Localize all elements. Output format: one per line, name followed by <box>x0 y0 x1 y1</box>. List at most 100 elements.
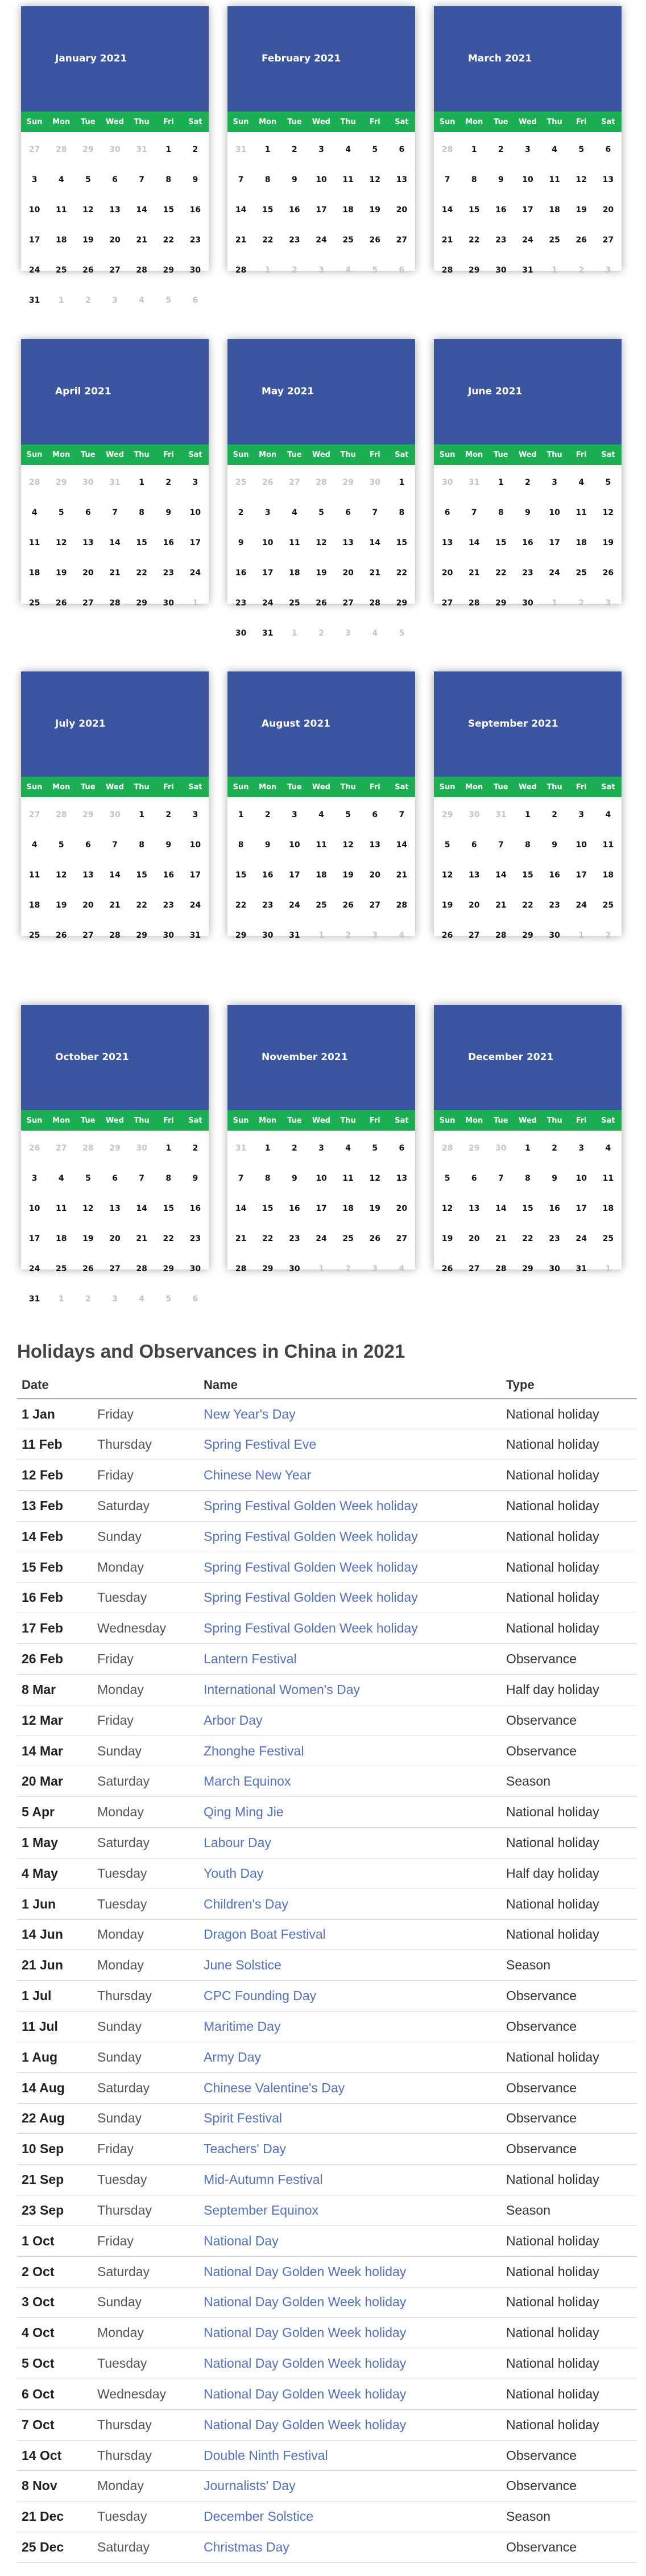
day-cell: 4 <box>31 840 38 850</box>
day-cell: 12 <box>82 205 94 215</box>
day-grid: 28 1 2 3 4 5 6 7 8 9 10 11 12 13 14 15 16 17 18 19 20 21 22 23 2… <box>434 132 622 285</box>
weekday-label: Sat <box>601 117 615 126</box>
holiday-name-link[interactable]: Spring Festival Golden Week holiday <box>199 1582 502 1614</box>
table-row: 6 Oct Wednesday National Day Golden Week h… <box>17 2379 637 2410</box>
day-cell-outside-month: 2 <box>85 1294 91 1304</box>
holiday-name-link[interactable]: National Day Golden Week holiday <box>199 2317 502 2349</box>
table-row: 15 Feb Monday Spring Festival Golden Week … <box>17 1552 637 1583</box>
holiday-name-link[interactable]: Children's Day <box>199 1889 502 1920</box>
holiday-name-link[interactable]: CPC Founding Day <box>199 1980 502 2012</box>
weekday-label: Sat <box>395 117 409 126</box>
weekday-label: Sat <box>395 782 409 792</box>
table-row: 10 Sep Friday Teachers' Day Observance <box>17 2133 637 2165</box>
day-cell: 11 <box>28 538 40 547</box>
holiday-name-link[interactable]: Spring Festival Golden Week holiday <box>199 1613 502 1644</box>
day-cell: 26 <box>441 930 453 940</box>
day-cell: 18 <box>549 205 560 215</box>
holiday-name-link[interactable]: National Day Golden Week holiday <box>199 2379 502 2410</box>
day-cell-outside-month: 2 <box>85 295 91 305</box>
day-cell: 4 <box>345 1143 351 1153</box>
day-cell: 22 <box>163 1234 175 1243</box>
holiday-name-link[interactable]: Spring Festival Golden Week holiday <box>199 1490 502 1522</box>
day-cell: 24 <box>262 598 274 608</box>
holiday-name-link[interactable]: Spring Festival Golden Week holiday <box>199 1521 502 1552</box>
holiday-name-link[interactable]: Spring Festival Eve <box>199 1429 502 1461</box>
day-cell-outside-month: 29 <box>82 810 94 819</box>
holiday-weekday: Thursday <box>93 1429 199 1461</box>
holiday-name-link[interactable]: Youth Day <box>199 1858 502 1889</box>
holiday-weekday: Wednesday <box>93 1613 199 1644</box>
holiday-name-link[interactable]: Teachers' Day <box>199 2133 502 2165</box>
holiday-name-link[interactable]: Dragon Boat Festival <box>199 1919 502 1951</box>
holiday-name-link[interactable]: National Day <box>199 2225 502 2257</box>
holiday-name-link[interactable]: June Solstice <box>199 1949 502 1981</box>
day-cell: 25 <box>342 235 354 245</box>
holiday-type: National holiday <box>502 2042 637 2073</box>
day-cell: 25 <box>28 598 40 608</box>
holiday-name-link[interactable]: Journalists' Day <box>199 2470 502 2502</box>
weekday-label: Fri <box>163 450 174 459</box>
holiday-weekday: Saturday <box>93 1490 199 1522</box>
day-cell: 30 <box>235 628 247 638</box>
holiday-name-link[interactable]: New Year's Day <box>199 1399 502 1430</box>
day-cell: 23 <box>235 598 247 608</box>
holiday-name-link[interactable]: Christmas Day <box>199 2532 502 2563</box>
day-cell: 30 <box>549 930 560 940</box>
day-cell: 9 <box>165 508 172 517</box>
weekday-label: Fri <box>575 1116 587 1125</box>
holiday-name-link[interactable]: September Equinox <box>199 2195 502 2226</box>
day-cell: 2 <box>291 145 297 154</box>
day-cell: 19 <box>342 870 354 880</box>
day-grid: 28 29 30 31 1 2 3 4 5 6 7 8 9 10 11 12 13 14 15 16 17 18 19 20 2… <box>21 465 209 618</box>
holiday-name-link[interactable]: National Day Golden Week holiday <box>199 2348 502 2379</box>
holiday-weekday: Friday <box>93 1460 199 1491</box>
day-cell: 23 <box>289 1234 300 1243</box>
holiday-date: 4 May <box>17 1858 93 1889</box>
day-cell: 23 <box>549 900 560 910</box>
day-cell: 8 <box>264 175 271 184</box>
month-title: October 2021 <box>21 1005 209 1110</box>
day-cell: 25 <box>55 265 67 275</box>
holiday-name-link[interactable]: Double Ninth Festival <box>199 2440 502 2471</box>
holiday-name-link[interactable]: International Women's Day <box>199 1674 502 1705</box>
day-cell: 6 <box>399 1143 405 1153</box>
day-cell: 21 <box>441 235 453 245</box>
holiday-name-link[interactable]: National Day Golden Week holiday <box>199 2287 502 2318</box>
weekday-label: Wed <box>105 782 124 792</box>
holiday-name-link[interactable]: Army Day <box>199 2042 502 2073</box>
day-cell: 12 <box>342 840 354 850</box>
day-cell: 6 <box>372 810 378 819</box>
holiday-name-link[interactable]: Zhonghe Festival <box>199 1736 502 1767</box>
holiday-name-link[interactable]: Chinese New Year <box>199 1460 502 1491</box>
day-cell: 31 <box>28 295 40 305</box>
holiday-name-link[interactable]: National Day Golden Week holiday <box>199 2256 502 2288</box>
holiday-name-link[interactable]: National Day Golden Week holiday <box>199 2409 502 2441</box>
holiday-name-link[interactable]: Spirit Festival <box>199 2103 502 2134</box>
day-cell: 5 <box>58 508 64 517</box>
day-cell: 17 <box>262 568 274 578</box>
holiday-name-link[interactable]: December Solstice <box>199 2501 502 2533</box>
day-cell: 8 <box>399 508 405 517</box>
holiday-name-link[interactable]: Arbor Day <box>199 1705 502 1736</box>
day-cell: 20 <box>602 205 614 215</box>
day-cell-outside-month: 30 <box>82 477 94 487</box>
day-cell: 2 <box>498 145 504 154</box>
holiday-name-link[interactable]: Spring Festival Golden Week holiday <box>199 1552 502 1583</box>
holiday-name-link[interactable]: March Equinox <box>199 1766 502 1798</box>
holiday-name-link[interactable]: Chinese Valentine's Day <box>199 2072 502 2104</box>
day-cell: 21 <box>109 568 121 578</box>
day-cell: 20 <box>82 900 94 910</box>
day-grid: 31 1 2 3 4 5 6 7 8 9 10 11 12 13 14 15 16 17 18 19 20 21 22 23 2… <box>227 1131 415 1284</box>
weekday-label: Tue <box>287 450 302 459</box>
holiday-name-link[interactable]: Lantern Festival <box>199 1643 502 1675</box>
day-cell: 29 <box>235 930 247 940</box>
holiday-name-link[interactable]: Mid-Autumn Festival <box>199 2164 502 2196</box>
day-cell: 10 <box>575 840 587 850</box>
holiday-name-link[interactable]: Maritime Day <box>199 2011 502 2042</box>
holiday-name-link[interactable]: Labour Day <box>199 1827 502 1858</box>
day-cell: 30 <box>549 1264 560 1273</box>
holiday-name-link[interactable]: Qing Ming Jie <box>199 1796 502 1828</box>
holiday-date: 14 Aug <box>17 2072 93 2104</box>
day-cell: 22 <box>262 1234 274 1243</box>
day-cell: 20 <box>82 568 94 578</box>
